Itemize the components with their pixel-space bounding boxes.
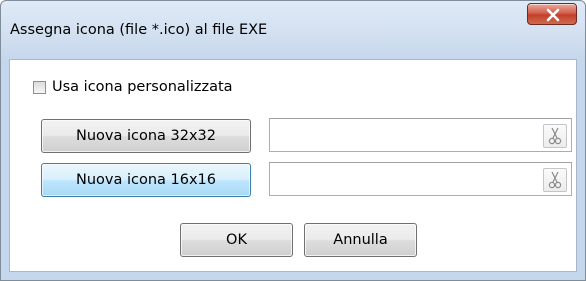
new-icon-16-button[interactable]: Nuova icona 16x16 [41,163,251,197]
icon-16-path-input[interactable] [272,165,536,195]
new-icon-32-button[interactable]: Nuova icona 32x32 [41,119,251,153]
clear-icon-32-button[interactable] [543,124,567,148]
scissors-icon [548,171,562,189]
dialog-title: Assegna icona (file *.ico) al file EXE [10,22,268,38]
custom-icon-checkbox[interactable] [33,80,46,94]
icon-32-path-input[interactable] [272,121,536,151]
cancel-button[interactable]: Annulla [304,223,417,257]
close-button[interactable] [527,3,577,25]
scissors-icon [548,127,562,145]
icon-32-path-field[interactable] [269,118,572,152]
custom-icon-option[interactable]: Usa icona personalizzata [33,78,233,96]
title-bar: Assegna icona (file *.ico) al file EXE [1,1,585,59]
custom-icon-label[interactable]: Usa icona personalizzata [52,79,233,95]
close-icon [546,8,560,22]
clear-icon-16-button[interactable] [543,168,567,192]
ok-button[interactable]: OK [180,223,293,257]
dialog-window: Assegna icona (file *.ico) al file EXE U… [0,0,586,281]
icon-16-path-field[interactable] [269,162,572,196]
